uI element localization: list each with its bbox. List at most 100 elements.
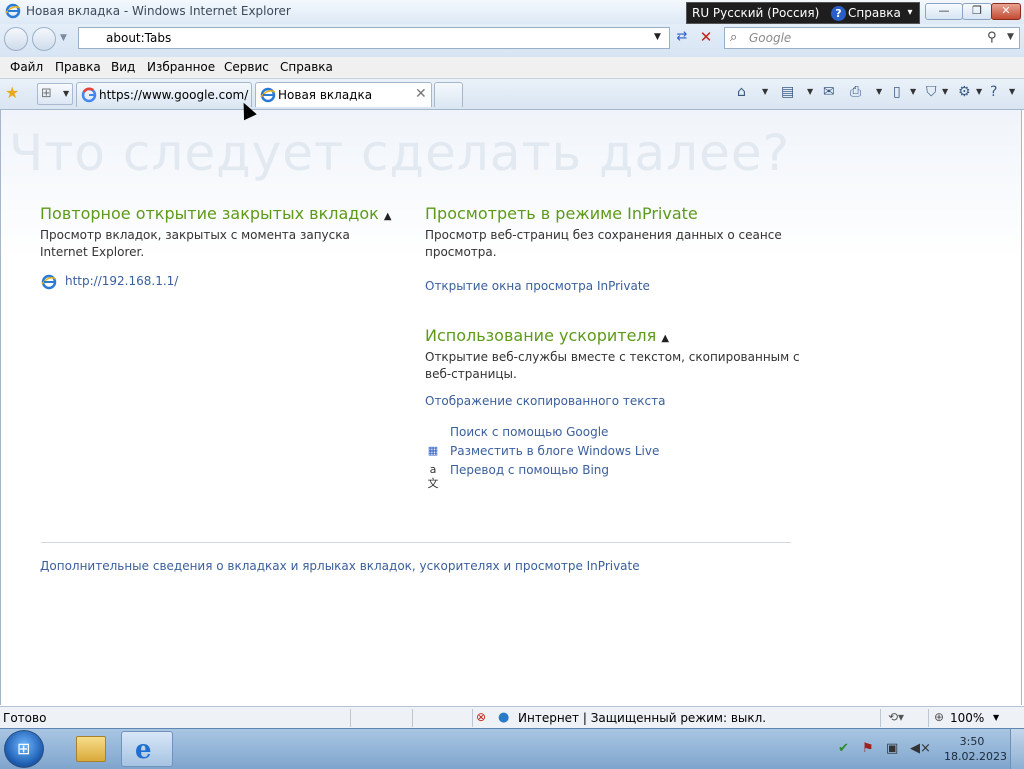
refresh-icon[interactable]: ⇄: [672, 29, 692, 49]
safety-dropdown-icon[interactable]: ▼: [942, 87, 948, 96]
quick-tabs-button[interactable]: ⊞ ▼: [37, 83, 73, 105]
page-error-icon[interactable]: ⊗: [476, 710, 486, 724]
close-button[interactable]: ✕: [991, 3, 1021, 20]
tools-dropdown-icon[interactable]: ▼: [976, 87, 982, 96]
translate-icon: a文: [427, 463, 439, 490]
navigation-bar: ▼ about:Tabs ▼ ⇄ ✕ ⌕ Google ⚲ ▼: [0, 24, 1024, 57]
language-bar-help[interactable]: Справка: [848, 6, 901, 20]
tab-list-dropdown-icon[interactable]: ▼: [63, 89, 69, 98]
divider: [350, 709, 351, 727]
language-indicator[interactable]: RU Русский (Россия): [692, 6, 819, 20]
divider: [412, 709, 413, 727]
new-tab-button[interactable]: [434, 82, 463, 107]
menu-favorites[interactable]: Избранное: [147, 60, 215, 74]
help-icon[interactable]: ?: [990, 84, 997, 104]
accelerators-title[interactable]: Использование ускорителя ▲: [425, 326, 669, 345]
accelerator-bing-translate[interactable]: Перевод с помощью Bing: [450, 463, 609, 477]
ie-icon: [5, 3, 21, 19]
menu-view[interactable]: Вид: [111, 60, 135, 74]
accelerator-google-search[interactable]: Поиск с помощью Google: [450, 425, 608, 439]
search-box[interactable]: ⌕ Google ⚲ ▼: [724, 27, 1020, 49]
clock-date: 18.02.2023: [944, 750, 1007, 763]
collapse-icon[interactable]: ▲: [661, 333, 669, 344]
tab-new-tab[interactable]: Новая вкладка ✕: [255, 82, 432, 107]
clock-time: 3:50: [959, 735, 985, 748]
close-tab-icon[interactable]: ✕: [415, 86, 427, 102]
tools-icon[interactable]: ⚙: [958, 84, 971, 104]
reopen-tabs-title[interactable]: Повторное открытие закрытых вкладок ▲: [40, 204, 392, 223]
menu-tools[interactable]: Сервис: [224, 60, 269, 74]
help-icon[interactable]: ?: [831, 6, 846, 21]
favorites-star-icon[interactable]: ★: [5, 83, 19, 102]
divider: [880, 709, 881, 727]
home-icon[interactable]: ⌂: [737, 84, 746, 104]
taskbar: ⊞ e ✔ ⚑ ▣ ◀× 3:50 18.02.2023: [0, 728, 1024, 769]
divider: [472, 709, 473, 727]
more-info-link[interactable]: Дополнительные сведения о вкладках и ярл…: [40, 559, 640, 573]
back-button[interactable]: [4, 27, 28, 51]
page-icon[interactable]: ▯: [893, 84, 901, 104]
search-input[interactable]: Google: [749, 31, 791, 45]
tab-label: Новая вкладка: [278, 88, 373, 102]
show-desktop-button[interactable]: [1010, 729, 1024, 769]
action-center-icon[interactable]: ✔: [838, 741, 849, 756]
protected-mode-icon[interactable]: ⟲▾: [888, 710, 904, 724]
open-inprivate-link[interactable]: Открытие окна просмотра InPrivate: [425, 279, 650, 293]
volume-muted-icon[interactable]: ◀×: [910, 741, 931, 756]
divider: [41, 542, 791, 543]
ie-icon: [41, 274, 57, 290]
address-input[interactable]: about:Tabs: [106, 31, 171, 45]
forward-button[interactable]: [32, 27, 56, 51]
address-dropdown-icon[interactable]: ▼: [654, 32, 661, 42]
status-bar: Готово ⊗ ● Интернет | Защищенный режим: …: [0, 706, 1024, 729]
language-bar-options-icon[interactable]: ▾: [903, 3, 917, 23]
security-zone-text[interactable]: Интернет | Защищенный режим: выкл.: [518, 711, 766, 725]
tab-google[interactable]: https://www.google.com/...: [76, 82, 252, 107]
reopen-tabs-description: Просмотр вкладок, закрытых с момента зап…: [40, 228, 350, 259]
feeds-icon[interactable]: ▤: [781, 84, 794, 104]
maximize-button[interactable]: ❐: [962, 3, 992, 20]
start-button[interactable]: ⊞: [4, 730, 44, 768]
folder-icon: [76, 736, 106, 762]
taskbar-ie-button[interactable]: e: [121, 731, 173, 767]
accelerators-title-text[interactable]: Использование ускорителя: [425, 326, 656, 345]
collapse-icon[interactable]: ▲: [384, 211, 392, 222]
closed-tab-link[interactable]: http://192.168.1.1/: [65, 274, 178, 288]
print-dropdown-icon[interactable]: ▼: [876, 87, 882, 96]
zoom-dropdown-icon[interactable]: ▼: [993, 713, 999, 722]
zoom-level[interactable]: 100%: [950, 711, 984, 725]
quick-tabs-icon[interactable]: ⊞: [41, 87, 55, 101]
language-bar[interactable]: RU Русский (Россия) ? Справка ▾: [686, 2, 920, 24]
menu-bar: Файл Правка Вид Избранное Сервис Справка: [0, 57, 1024, 79]
clock[interactable]: 3:50 18.02.2023: [944, 734, 1007, 764]
safety-icon[interactable]: ⛉: [926, 84, 937, 104]
print-icon[interactable]: ⎙: [850, 84, 861, 104]
windows-logo-icon: ⊞: [17, 739, 31, 758]
address-bar[interactable]: about:Tabs ▼: [78, 27, 670, 49]
recent-pages-dropdown-icon[interactable]: ▼: [60, 33, 67, 43]
mail-icon[interactable]: ✉: [823, 84, 835, 104]
menu-help[interactable]: Справка: [280, 60, 333, 74]
zoom-icon[interactable]: ⊕: [934, 710, 944, 724]
tab-bar: ★ ⊞ ▼ https://www.google.com/... Новая в…: [0, 79, 1024, 110]
network-icon[interactable]: ▣: [886, 741, 898, 756]
taskbar-explorer-button[interactable]: [64, 731, 116, 767]
menu-edit[interactable]: Правка: [55, 60, 101, 74]
home-dropdown-icon[interactable]: ▼: [762, 87, 768, 96]
page-dropdown-icon[interactable]: ▼: [910, 87, 916, 96]
search-icon[interactable]: ⚲: [987, 30, 997, 45]
reopen-tabs-title-text[interactable]: Повторное открытие закрытых вкладок: [40, 204, 379, 223]
divider: [928, 709, 929, 727]
ie-icon: e: [135, 735, 152, 765]
show-copied-text-link[interactable]: Отображение скопированного текста: [425, 394, 665, 408]
tab-label: https://www.google.com/...: [99, 88, 249, 102]
security-tray-icon[interactable]: ⚑: [862, 741, 874, 756]
search-options-dropdown-icon[interactable]: ▼: [1007, 32, 1014, 42]
menu-file[interactable]: Файл: [10, 60, 43, 74]
accelerator-blog-windows-live[interactable]: Разместить в блоге Windows Live: [450, 444, 659, 458]
search-provider-icon[interactable]: ⌕: [730, 30, 737, 45]
stop-icon[interactable]: ✕: [696, 28, 716, 48]
minimize-button[interactable]: —: [925, 3, 963, 20]
feeds-dropdown-icon[interactable]: ▼: [807, 87, 813, 96]
help-dropdown-icon[interactable]: ▼: [1009, 87, 1015, 96]
